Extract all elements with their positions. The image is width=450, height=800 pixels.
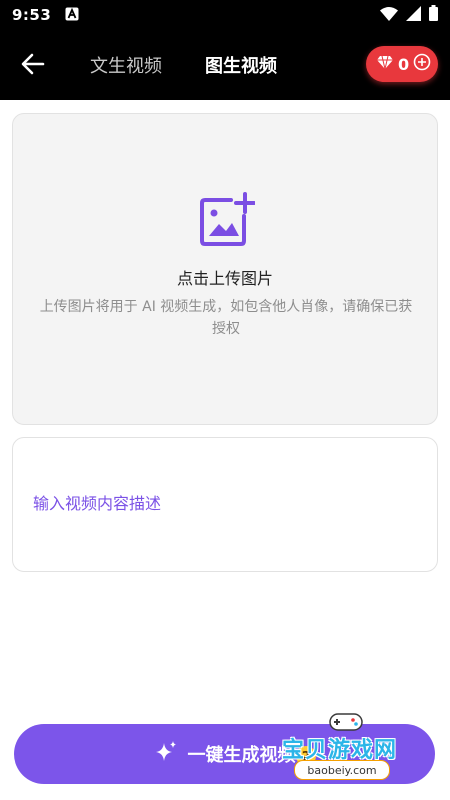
upload-title: 点击上传图片 [176,269,273,288]
watermark: 宝贝游戏网 baobeiy.com [272,710,422,782]
plus-circle-icon [413,53,431,75]
points-button[interactable]: 0 [366,46,438,82]
prompt-card [12,437,438,572]
status-left: 9:53 [12,6,79,25]
tab-text-to-video[interactable]: 文生视频 [90,52,162,78]
prompt-input[interactable] [33,494,413,513]
nav-bar: 文生视频 图生视频 0 [0,30,450,100]
points-count: 0 [398,54,410,74]
arrow-left-icon [21,53,45,79]
a-letter-icon [65,6,79,25]
watermark-url: baobeiy.com [294,760,390,780]
diamond-icon [376,55,394,74]
tab-image-to-video[interactable]: 图生视频 [205,52,277,78]
status-time: 9:53 [12,6,52,24]
wifi-icon [380,6,398,25]
upload-image-card[interactable]: 点击上传图片 上传图片将用于 AI 视频生成，如包含他人肖像，请确保已获授权 [12,113,438,425]
status-bar: 9:53 [0,0,450,30]
sparkle-icon [154,740,178,768]
status-right [380,5,438,25]
upload-note: 上传图片将用于 AI 视频生成，如包含他人肖像，请确保已获授权 [39,299,413,337]
battery-icon [429,5,438,25]
add-image-icon [199,192,256,248]
signal-icon [406,5,421,25]
back-button[interactable] [18,51,48,81]
